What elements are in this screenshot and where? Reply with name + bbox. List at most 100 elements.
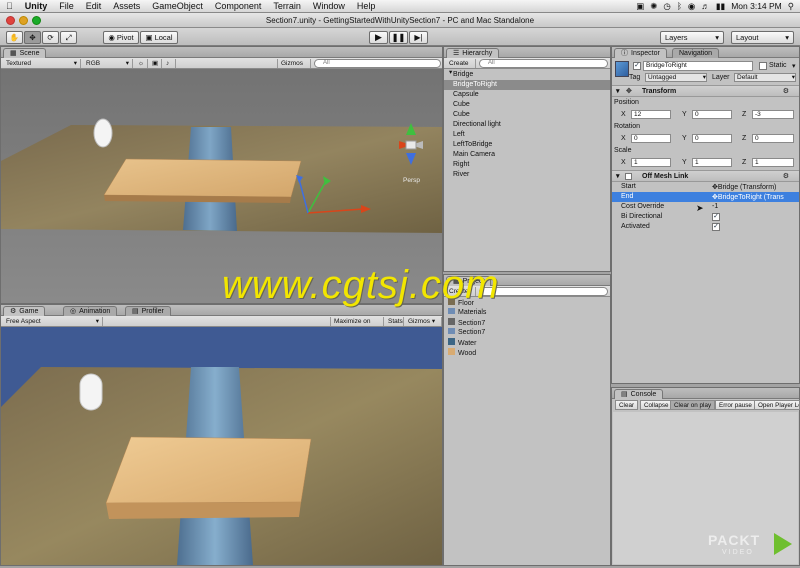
zoom-window-button[interactable] xyxy=(32,16,41,25)
project-item[interactable]: Section7 xyxy=(446,328,610,338)
menu-component[interactable]: Component xyxy=(209,0,268,13)
object-name-field[interactable]: BridgeToRight xyxy=(643,61,753,71)
tab-game[interactable]: ⚙ Game xyxy=(3,306,46,316)
collapse-button[interactable]: Collapse xyxy=(640,400,673,410)
apple-icon[interactable]:  xyxy=(0,0,19,13)
scale-y-field[interactable]: 1 xyxy=(692,158,732,167)
menu-app[interactable]: Unity xyxy=(19,0,54,13)
tag-dropdown[interactable]: Untagged ▾ xyxy=(645,73,707,82)
menu-assets[interactable]: Assets xyxy=(107,0,146,13)
tab-hierarchy[interactable]: ☰ Hierarchy xyxy=(446,48,500,58)
bluetooth-icon[interactable]: ᛒ xyxy=(677,1,682,11)
clear-on-play-toggle[interactable]: Clear on play xyxy=(670,400,716,410)
audio-toggle[interactable]: ♪ xyxy=(163,59,176,68)
settings-gear-icon[interactable]: ⚙ xyxy=(783,86,789,97)
spotlight-icon[interactable]: ⚲ xyxy=(788,1,794,12)
off-mesh-link-header[interactable]: ▾ Off Mesh Link ⚙ xyxy=(612,170,799,182)
tab-navigation[interactable]: Navigation xyxy=(672,48,720,58)
tab-profiler[interactable]: ▤ Profiler xyxy=(125,306,171,316)
error-pause-toggle[interactable]: Error pause xyxy=(715,400,756,410)
script-icon[interactable]: ✺ xyxy=(650,1,657,12)
time-machine-icon[interactable]: ◷ xyxy=(663,1,670,12)
position-x-field[interactable]: 12 xyxy=(631,110,671,119)
volume-icon[interactable]: ♬ xyxy=(701,1,710,11)
hierarchy-item[interactable]: Main Camera xyxy=(444,150,610,160)
render-mode-dropdown[interactable]: Textured ▾ xyxy=(3,59,81,68)
menu-gameobject[interactable]: GameObject xyxy=(146,0,209,13)
game-viewport[interactable] xyxy=(1,327,442,565)
game-gizmos-dropdown[interactable]: Gizmos ▾ xyxy=(405,317,442,326)
static-checkbox[interactable] xyxy=(759,62,767,70)
menu-help[interactable]: Help xyxy=(351,0,382,13)
pivot-toggle[interactable]: ◉ Pivot xyxy=(103,31,139,44)
hierarchy-item[interactable]: Cube xyxy=(444,110,610,120)
project-item[interactable]: Wood xyxy=(446,348,610,358)
transform-header[interactable]: ▾ ✥ Transform ⚙ xyxy=(612,85,799,97)
minimize-window-button[interactable] xyxy=(19,16,28,25)
color-mode-dropdown[interactable]: RGB ▾ xyxy=(83,59,133,68)
menu-edit[interactable]: Edit xyxy=(80,0,108,13)
position-y-field[interactable]: 0 xyxy=(692,110,732,119)
layers-dropdown[interactable]: Layers ▾ xyxy=(660,31,724,44)
tab-console[interactable]: ▤ Console xyxy=(614,389,664,399)
tab-animation[interactable]: ◎ Animation xyxy=(63,306,118,316)
hierarchy-item[interactable]: Capsule xyxy=(444,90,610,100)
hierarchy-create-dropdown[interactable]: Create ▾ xyxy=(446,59,476,76)
project-item[interactable]: Materials xyxy=(446,308,610,318)
rotate-tool-button[interactable]: ⟳ xyxy=(42,31,59,44)
menu-terrain[interactable]: Terrain xyxy=(267,0,307,13)
scene-search-input[interactable]: All xyxy=(314,59,441,68)
active-checkbox[interactable]: ✓ xyxy=(633,62,641,70)
menu-window[interactable]: Window xyxy=(307,0,351,13)
step-button[interactable]: ▶| xyxy=(409,31,428,44)
tab-scene[interactable]: ▦ Scene xyxy=(3,48,47,58)
cost-override-field[interactable]: -1 xyxy=(712,203,718,210)
hierarchy-item-selected[interactable]: BridgeToRight xyxy=(444,80,610,90)
hierarchy-item[interactable]: LeftToBridge xyxy=(444,140,610,150)
lighting-toggle[interactable]: ☼ xyxy=(135,59,148,68)
maximize-on-play-toggle[interactable]: Maximize on Play xyxy=(330,317,384,334)
pause-button[interactable]: ❚❚ xyxy=(389,31,408,44)
open-player-log-button[interactable]: Open Player Lo xyxy=(754,400,800,410)
scale-tool-button[interactable]: ⤢ xyxy=(60,31,77,44)
scale-x-field[interactable]: 1 xyxy=(631,158,671,167)
end-object-field[interactable]: ✥BridgeToRight (Trans xyxy=(712,193,798,201)
hierarchy-item[interactable]: Right xyxy=(444,160,610,170)
aspect-dropdown[interactable]: Free Aspect ▾ xyxy=(3,317,103,326)
activated-checkbox[interactable]: ✓ xyxy=(712,223,720,231)
scale-z-field[interactable]: 1 xyxy=(752,158,794,167)
camera-status-icon[interactable]: ▣ xyxy=(636,1,644,12)
clock[interactable]: Mon 3:14 PM xyxy=(731,1,782,11)
hierarchy-search-input[interactable]: All xyxy=(479,59,608,68)
local-toggle[interactable]: ▣ Local xyxy=(140,31,178,44)
rotation-z-field[interactable]: 0 xyxy=(752,134,794,143)
hierarchy-item[interactable]: River xyxy=(444,170,610,180)
project-item[interactable]: Water xyxy=(446,338,610,348)
layout-dropdown[interactable]: Layout ▾ xyxy=(731,31,794,44)
layer-dropdown[interactable]: Default ▾ xyxy=(734,73,796,82)
gizmos-dropdown[interactable]: Gizmos ▾ xyxy=(277,59,311,76)
battery-icon[interactable]: ▮▮ xyxy=(716,1,725,12)
position-z-field[interactable]: -3 xyxy=(752,110,794,119)
bidirectional-checkbox[interactable]: ✓ xyxy=(712,213,720,221)
hierarchy-item[interactable]: Left xyxy=(444,130,610,140)
chevron-down-icon[interactable]: ▾ xyxy=(792,62,796,70)
move-tool-button[interactable]: ✥ xyxy=(24,31,41,44)
project-item[interactable]: Section7 xyxy=(446,318,610,328)
close-window-button[interactable] xyxy=(6,16,15,25)
settings-gear-icon[interactable]: ⚙ xyxy=(783,171,789,182)
image-toggle[interactable]: ▣ xyxy=(149,59,162,68)
hierarchy-item[interactable]: Cube xyxy=(444,100,610,110)
clear-button[interactable]: Clear xyxy=(615,400,639,410)
rotation-x-field[interactable]: 0 xyxy=(631,134,671,143)
stats-toggle[interactable]: Stats xyxy=(385,317,404,326)
component-enabled-checkbox[interactable] xyxy=(625,173,632,180)
hand-tool-button[interactable]: ✋ xyxy=(6,31,23,44)
hierarchy-item[interactable]: Bridge xyxy=(444,70,610,80)
hierarchy-item[interactable]: Directional light xyxy=(444,120,610,130)
wifi-icon[interactable]: ◉ xyxy=(688,1,695,12)
menu-file[interactable]: File xyxy=(53,0,80,13)
play-button[interactable]: ▶ xyxy=(369,31,388,44)
start-object-field[interactable]: ✥Bridge (Transform) xyxy=(712,183,798,191)
rotation-y-field[interactable]: 0 xyxy=(692,134,732,143)
